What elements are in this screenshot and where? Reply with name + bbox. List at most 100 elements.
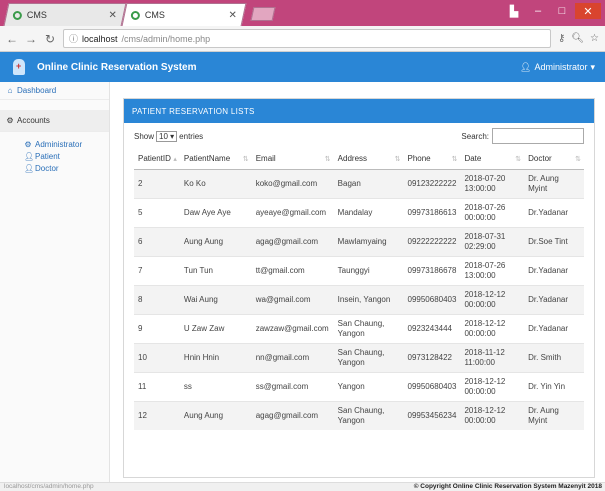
cell-email: agag@gmail.com [251, 400, 334, 430]
minimize-icon[interactable]: – [527, 3, 549, 19]
site-favicon-icon [130, 10, 140, 20]
sidebar-item-patient[interactable]: 👤︎ Patient [0, 150, 109, 162]
info-icon[interactable]: ⓘ [69, 32, 78, 45]
cell-doctor: Dr.Yadanar [524, 313, 584, 343]
browser-tab-bar: CMS ✕ CMS ✕ ▙ – □ ✕ [0, 0, 605, 26]
cell-doctor: Dr. Yin Yin [524, 371, 584, 401]
panel-title: PATIENT RESERVATION LISTS [124, 99, 594, 123]
table-header-row: PatientID ▴ PatientName ⇅ Email ⇅ Address ⇅ … [134, 149, 584, 170]
cell-patientid: 7 [134, 255, 180, 285]
table-row: 11 ss ss@gmail.com Yangon 09950680403 20… [134, 371, 584, 401]
sort-icon: ⇅ [451, 156, 458, 163]
cell-patientid: 9 [134, 313, 180, 343]
forward-icon[interactable]: → [25, 32, 37, 46]
user-menu-dropdown[interactable]: 👤︎ Administrator ▾ [520, 62, 595, 73]
sidebar: ⌂ Dashboard ⚙ Accounts ⚙ Administrator 👤… [0, 82, 110, 482]
cell-date: 2018-07-26 00:00:00 [460, 197, 525, 227]
cell-patientname: Hnin Hnin [179, 342, 252, 372]
tab-title: CMS [144, 10, 165, 20]
column-header-email[interactable]: Email ⇅ [251, 149, 334, 170]
sort-asc-icon: ▴ [173, 156, 177, 163]
cell-phone: 09973186613 [403, 197, 461, 227]
search-label: Search: [461, 131, 489, 141]
cell-phone: 0923243444 [403, 313, 461, 343]
reservation-table: PatientID ▴ PatientName ⇅ Email ⇅ Address ⇅ … [134, 149, 584, 430]
cell-address: San Chaung, Yangon [333, 313, 404, 343]
cell-patientid: 2 [134, 168, 180, 198]
column-header-doctor[interactable]: Doctor ⇅ [524, 149, 584, 170]
url-path: /cms/admin/home.php [121, 33, 211, 44]
bookmark-star-icon[interactable]: ☆ [590, 33, 599, 44]
cell-date: 2018-12-12 00:00:00 [460, 284, 525, 314]
clinic-logo-icon: + [10, 57, 28, 77]
cell-email: ss@gmail.com [251, 371, 334, 401]
maximize-icon[interactable]: □ [551, 3, 573, 19]
window-controls: ▙ – □ ✕ [503, 3, 601, 19]
cell-date: 2018-07-26 13:00:00 [460, 255, 525, 285]
close-window-icon[interactable]: ✕ [575, 3, 601, 19]
user-icon: 👤︎ [520, 61, 532, 72]
cell-phone: 0973128422 [403, 342, 461, 372]
cell-phone: 09123222222 [403, 168, 461, 198]
cell-date: 2018-12-12 00:00:00 [460, 313, 525, 343]
close-tab-icon[interactable]: ✕ [109, 10, 117, 21]
user-icon: 👤︎ [24, 151, 35, 161]
table-row: 6 Aung Aung agag@gmail.com Mawlamyaing 0… [134, 226, 584, 256]
cell-patientid: 12 [134, 400, 180, 430]
user-icon: 👤︎ [24, 163, 35, 173]
column-header-patientname[interactable]: PatientName ⇅ [179, 149, 252, 170]
sidebar-item-administrator[interactable]: ⚙ Administrator [0, 138, 109, 150]
back-icon[interactable]: ← [6, 32, 18, 46]
cell-email: wa@gmail.com [251, 284, 334, 314]
home-icon: ⌂ [7, 86, 13, 95]
cell-email: agag@gmail.com [251, 226, 334, 256]
cell-address: Taunggyi [333, 255, 404, 285]
table-row: 8 Wai Aung wa@gmail.com Insein, Yangon 0… [134, 284, 584, 314]
cell-phone: 09953456234 [403, 400, 461, 430]
cell-patientid: 11 [134, 371, 180, 401]
table-row: 10 Hnin Hnin nn@gmail.com San Chaung, Ya… [134, 342, 584, 372]
column-header-address[interactable]: Address ⇅ [333, 149, 404, 170]
cell-patientname: Aung Aung [179, 400, 252, 430]
user-profile-icon[interactable]: ▙ [503, 3, 525, 19]
gear-icon: ⚙ [24, 139, 32, 149]
reload-icon[interactable]: ↻ [44, 32, 56, 46]
close-tab-icon[interactable]: ✕ [229, 10, 237, 21]
url-host: localhost [82, 33, 118, 44]
zoom-icon[interactable]: 🔍︎ [571, 33, 584, 44]
cell-address: Mandalay [333, 197, 404, 227]
entries-label: entries [179, 131, 204, 141]
cell-doctor: Dr. Aung Myint [524, 168, 584, 198]
column-header-date[interactable]: Date ⇅ [460, 149, 525, 170]
search-input[interactable] [492, 128, 584, 144]
entries-select[interactable]: 10 ▾ [156, 130, 178, 142]
table-row: 7 Tun Tun tt@gmail.com Taunggyi 09973186… [134, 255, 584, 285]
cell-patientid: 6 [134, 226, 180, 256]
key-icon[interactable]: ⚷ [558, 33, 565, 44]
cell-date: 2018-11-12 11:00:00 [460, 342, 525, 372]
cell-date: 2018-07-20 13:00:00 [460, 168, 525, 198]
column-header-patientid[interactable]: PatientID ▴ [134, 149, 180, 170]
new-tab-button[interactable] [250, 7, 276, 21]
cell-address: San Chaung, Yangon [333, 342, 404, 372]
sidebar-item-label: Accounts [17, 116, 50, 125]
column-header-phone[interactable]: Phone ⇅ [403, 149, 461, 170]
browser-tab-active[interactable]: CMS ✕ [121, 3, 247, 26]
table-row: 9 U Zaw Zaw zawzaw@gmail.com San Chaung,… [134, 313, 584, 343]
sidebar-item-dashboard[interactable]: ⌂ Dashboard [0, 82, 109, 100]
cell-doctor: Dr. Aung Myint [524, 400, 584, 430]
tab-title: CMS [26, 10, 47, 20]
cell-doctor: Dr.Yadanar [524, 284, 584, 314]
cell-email: nn@gmail.com [251, 342, 334, 372]
browser-tab[interactable]: CMS ✕ [3, 3, 127, 26]
sidebar-item-doctor[interactable]: 👤︎ Doctor [0, 162, 109, 174]
table-row: 5 Daw Aye Aye ayeaye@gmail.com Mandalay … [134, 197, 584, 227]
cell-date: 2018-12-12 00:00:00 [460, 400, 525, 430]
brand-title[interactable]: Online Clinic Reservation System [37, 62, 197, 73]
sort-icon: ⇅ [515, 156, 522, 163]
url-input[interactable]: ⓘ localhost/cms/admin/home.php [63, 29, 551, 48]
sort-icon: ⇅ [394, 156, 401, 163]
sidebar-item-accounts[interactable]: ⚙ Accounts [0, 110, 109, 132]
cell-address: Yangon [333, 371, 404, 401]
sort-icon: ⇅ [575, 156, 581, 163]
